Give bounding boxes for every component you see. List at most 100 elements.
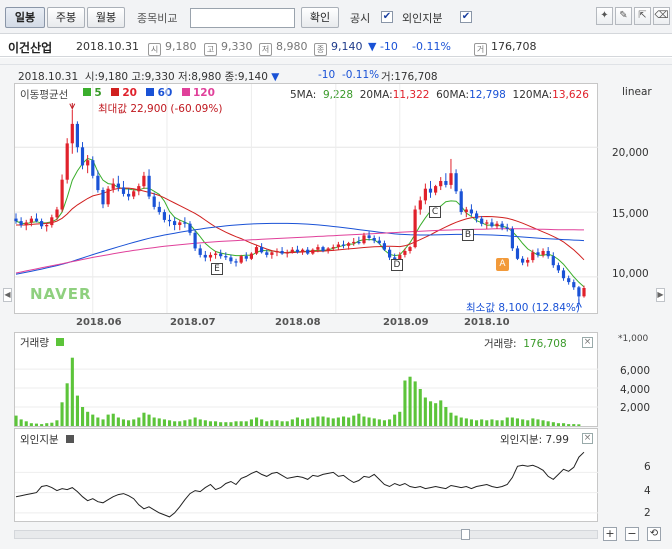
volume-bar [96,417,100,426]
volume-bar [403,380,407,426]
candle-body [219,253,223,257]
candle-body [505,227,509,229]
candle-body [142,175,146,187]
price-tick-10000: 10,000 [612,268,649,280]
marker-b[interactable]: B [462,229,474,241]
volume-bar [70,357,74,426]
candle-body [275,251,279,253]
candle-body [464,209,468,213]
max-annotation: 최대값 22,900 (-60.09%) [98,103,223,115]
candle-body [254,247,259,254]
volume-bar [81,407,85,426]
candle-body [111,183,115,189]
candle-body [260,247,264,253]
volume-bar [152,417,156,426]
candle-body [336,244,340,248]
time-scrollbar[interactable] [14,530,598,539]
volume-bar [198,419,202,426]
candle-body [178,222,182,225]
marker-d[interactable]: D [391,259,403,271]
volume-bar [577,424,581,426]
candle-body [454,173,458,192]
volume-bar [19,419,23,426]
candle-body [561,270,566,279]
reset-icon[interactable]: ⟲ [647,527,661,541]
candle-body [341,244,346,246]
chart-svg[interactable] [0,0,672,549]
volume-bar [45,423,49,426]
candle-body [423,188,427,201]
volume-bar [398,411,402,426]
candle-body [357,241,361,244]
volume-bar [377,419,381,426]
candle-body [541,251,545,255]
volume-bar [362,416,366,426]
zoom-in-icon[interactable]: + [603,527,617,541]
candle-body [301,249,305,253]
foreign-ownership-line [15,451,585,518]
volume-bar [86,411,90,426]
volume-bar [270,420,274,426]
candle-body [75,123,79,148]
volume-bar [295,417,299,426]
candle-body [152,196,156,207]
volume-bar [91,414,95,426]
candle-body [188,223,192,233]
candle-body [127,193,131,197]
volume-bar [388,419,392,426]
candle-body [80,147,85,166]
volume-bar [265,421,269,426]
candle-body [14,218,18,222]
volume-bar [14,415,18,426]
candle-body [101,190,105,205]
volume-tick-6000: 6,000 [620,365,651,377]
volume-bar [336,417,340,426]
volume-bar [193,417,197,426]
volume-bar [342,416,346,426]
candle-body [331,247,335,249]
volume-bar [75,395,79,426]
volume-bar [546,421,550,426]
marker-a[interactable]: A [496,258,509,271]
candle-body [418,200,422,210]
candle-body [70,123,74,144]
marker-e[interactable]: E [211,263,223,275]
volume-bar [505,417,509,426]
scale-label[interactable]: linear [622,86,652,98]
candle-body [167,219,172,222]
candle-body [434,186,438,193]
zoom-out-icon[interactable]: − [625,527,639,541]
scroll-left-icon[interactable]: ◀ [3,288,12,302]
candle-body [316,247,320,250]
volume-tick-4000: 4,000 [620,384,651,396]
candle-body [234,261,238,263]
candle-body [224,256,228,258]
candle-body [475,213,479,219]
scroll-right-icon[interactable]: ▶ [656,288,665,302]
candle-body [96,175,100,191]
scrollbar-thumb[interactable] [461,529,470,540]
volume-bar [551,422,555,426]
candle-body [556,265,560,271]
volume-bar [357,413,361,426]
volume-bar [290,419,294,426]
candle-body [208,254,213,258]
volume-bar [449,412,453,426]
volume-bar [382,420,386,426]
volume-bar [188,419,192,426]
candle-body [567,278,571,283]
candle-body [116,183,120,188]
volume-bar [285,421,289,426]
volume-bar [464,418,468,426]
price-tick-15000: 15,000 [612,208,649,220]
volume-bar [65,383,69,426]
volume-bar [239,421,243,426]
volume-bar [536,419,540,426]
marker-c[interactable]: C [429,206,441,218]
volume-bar [567,424,571,426]
volume-bar [275,420,279,426]
candle-body [203,254,207,258]
volume-bar [347,417,351,426]
volume-bar [157,418,161,426]
volume-bar [459,417,463,426]
